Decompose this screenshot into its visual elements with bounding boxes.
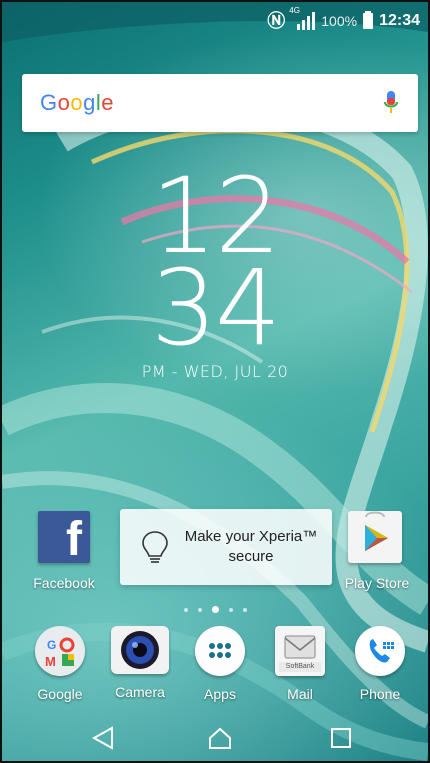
secure-line-1: Make your Xperia™: [184, 528, 318, 545]
lightbulb-icon: [142, 531, 168, 563]
microphone-icon[interactable]: [384, 91, 398, 115]
page-dot: [242, 607, 247, 612]
page-dot-active: [211, 606, 219, 613]
dock-label-phone: Phone: [359, 686, 401, 702]
google-logo: Google: [40, 90, 115, 115]
play-store-app-icon[interactable]: [348, 511, 402, 563]
play-store-label: Play Store: [344, 575, 410, 591]
status-icons: Ⓝ 4G 100% 12:34: [267, 6, 420, 31]
signal-icon: 4G: [289, 6, 316, 30]
facebook-label: Facebook: [33, 575, 95, 591]
google-search-widget[interactable]: Google: [22, 74, 418, 132]
mail-badge: SoftBank: [279, 662, 321, 672]
phone-screen: Ⓝ 4G 100% 12:34 Google 12 34 PM - WED, J…: [0, 0, 430, 763]
phone-icon: [355, 626, 405, 676]
dock-label-mail: Mail: [287, 686, 313, 702]
clock-date: PM - WED, JUL 20: [141, 362, 289, 381]
nfc-icon: Ⓝ: [267, 11, 286, 31]
network-type: 4G: [289, 6, 300, 15]
dock: G M Google Camera Apps SoftBank Mail Pho…: [2, 626, 428, 716]
recent-apps-icon[interactable]: [327, 726, 355, 750]
xperia-secure-widget[interactable]: Make your Xperia™ secure: [120, 509, 332, 585]
clock-widget[interactable]: 12 34 PM - WED, JUL 20: [2, 164, 428, 381]
status-bar: Ⓝ 4G 100% 12:34: [2, 2, 428, 40]
camera-icon: [111, 626, 169, 674]
back-icon[interactable]: [90, 726, 118, 750]
page-dot: [228, 607, 233, 612]
dock-item-mail[interactable]: SoftBank Mail: [260, 626, 340, 702]
dock-label-google: Google: [37, 686, 83, 702]
dock-item-apps[interactable]: Apps: [180, 626, 260, 702]
secure-line-2: secure: [228, 548, 274, 565]
home-icon[interactable]: [206, 726, 234, 750]
secure-widget-text: Make your Xperia™ secure: [178, 527, 332, 567]
facebook-app-icon[interactable]: f: [38, 511, 90, 566]
dock-label-camera: Camera: [115, 684, 165, 700]
dock-item-google[interactable]: G M Google: [20, 626, 100, 702]
page-dot: [183, 607, 188, 612]
battery-percent: 100%: [321, 13, 358, 29]
navigation-bar: [2, 716, 428, 761]
dock-label-apps: Apps: [204, 686, 236, 702]
play-store-icon: [365, 511, 388, 551]
dock-item-phone[interactable]: Phone: [340, 626, 420, 702]
clock-minutes: 34: [150, 247, 281, 369]
battery-icon: [363, 11, 374, 29]
page-dot: [197, 607, 202, 612]
google-folder-icon: G M: [35, 626, 85, 676]
svg-text:M: M: [45, 654, 56, 669]
svg-text:G: G: [47, 638, 56, 652]
facebook-f-icon: f: [66, 513, 82, 566]
mail-icon: SoftBank: [275, 626, 325, 676]
dock-item-camera[interactable]: Camera: [100, 626, 180, 700]
status-time: 12:34: [379, 12, 420, 29]
page-indicator: [2, 606, 428, 613]
apps-grid-icon: [195, 626, 245, 676]
